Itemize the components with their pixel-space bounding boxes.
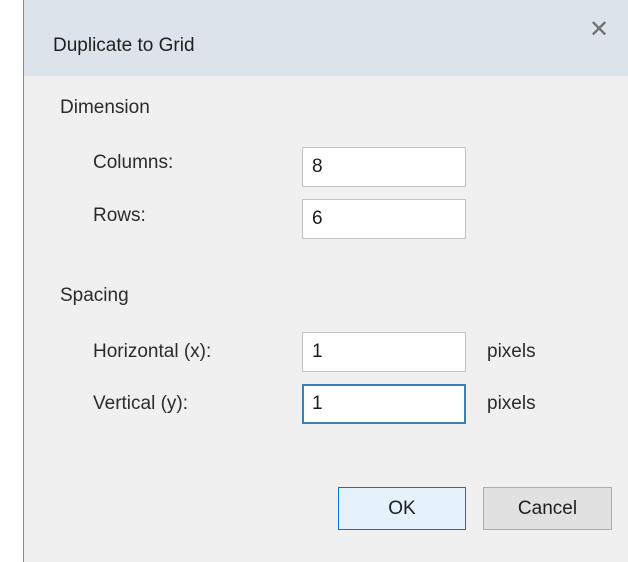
horizontal-spacing-label: Horizontal (x): (93, 341, 212, 362)
dialog-titlebar: Duplicate to Grid ✕ (24, 0, 628, 76)
horizontal-unit-label: pixels (487, 341, 536, 362)
cancel-button[interactable]: Cancel (483, 487, 612, 530)
vertical-unit-label: pixels (487, 393, 536, 414)
columns-label: Columns: (93, 152, 174, 173)
vertical-spacing-label: Vertical (y): (93, 393, 189, 414)
ok-button[interactable]: OK (338, 487, 466, 530)
duplicate-to-grid-dialog: Duplicate to Grid ✕ Dimension Columns: R… (23, 0, 628, 562)
vertical-spacing-input[interactable] (302, 384, 466, 424)
dialog-title: Duplicate to Grid (53, 35, 195, 56)
rows-input[interactable] (302, 199, 466, 239)
horizontal-spacing-input[interactable] (302, 332, 466, 372)
dimension-section-label: Dimension (60, 97, 150, 118)
close-icon[interactable]: ✕ (584, 14, 614, 44)
rows-label: Rows: (93, 205, 146, 226)
columns-input[interactable] (302, 147, 466, 187)
spacing-section-label: Spacing (60, 285, 129, 306)
